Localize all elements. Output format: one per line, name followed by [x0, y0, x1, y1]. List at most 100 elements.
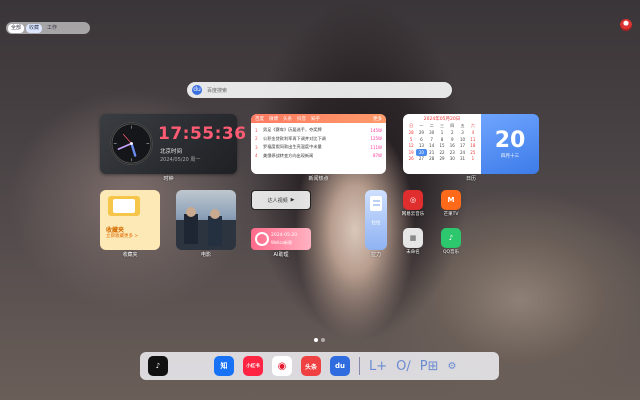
news-rank: 4 [255, 153, 258, 159]
favorites-label: 收藏夹 [122, 252, 138, 258]
tab-favorites[interactable]: 收藏 [26, 23, 43, 33]
favorites-widget[interactable]: 收藏夹 立即收藏更多 > [100, 190, 160, 250]
ai-label: AI助理 [273, 252, 289, 258]
app-grid-icon: ▦ [403, 228, 423, 248]
notepad-icon [370, 196, 382, 211]
calendar-day[interactable]: 29 [437, 156, 447, 163]
progress-ring-icon [255, 232, 269, 246]
mango-tv-icon: M [441, 190, 461, 210]
app-netease-music[interactable]: ◎ 网易云音乐 [402, 190, 429, 217]
settings-gear-icon[interactable]: ⚙ [448, 361, 457, 372]
tab-all-label: 全部 [11, 24, 22, 31]
human-video-widget[interactable]: 达人视频 ▶ [251, 190, 311, 210]
news-tab-zhihu[interactable]: 知乎 [311, 116, 320, 122]
news-tab-baidu[interactable]: 百度 [255, 116, 264, 122]
windows-icon[interactable]: P⊞ [420, 359, 439, 374]
page-dot-active[interactable] [314, 338, 318, 342]
lala-widget[interactable]: 拉拉 [365, 190, 387, 250]
search-bar[interactable]: du 百度搜索 [187, 82, 452, 98]
app-unnamed[interactable]: ▦ 未命名 [403, 228, 429, 255]
analog-clock-face [110, 122, 153, 165]
news-row[interactable]: 3 罗福度假同款出生亮温度中米量 111W [251, 143, 386, 152]
human-video-text: 达人视频 [267, 197, 288, 204]
clock-widget-label: 时钟 [163, 176, 174, 182]
app-label: QQ音乐 [442, 250, 460, 255]
xiaohongshu-icon[interactable]: 小红书 [243, 356, 263, 376]
user-avatar[interactable] [620, 19, 632, 31]
app-label: 未命名 [406, 250, 420, 255]
today-day: 20 [494, 128, 526, 153]
news-heat: 145W [370, 127, 382, 133]
digital-time: 17:55:36 [158, 124, 247, 144]
lala-label: 拉力 [370, 252, 381, 258]
calendar-day[interactable]: 31 [457, 156, 467, 163]
calendar-widget-label: 日历 [465, 176, 476, 182]
news-heat: 125W [370, 136, 382, 142]
weibo-icon[interactable]: ◉ [272, 356, 292, 376]
news-rank: 3 [255, 144, 258, 150]
ai-assistant-widget[interactable]: 2024-05-20 Wellsa新版 [251, 228, 311, 250]
news-more-link[interactable]: 更多 [373, 116, 382, 122]
ai-subtitle: Wellsa新版 [271, 240, 292, 245]
calendar-day[interactable]: 27 [416, 156, 426, 163]
movie-poster-widget[interactable] [176, 190, 236, 250]
tab-work[interactable]: 工作 [44, 24, 60, 33]
news-tabs: 百度 微博 头条 抖音 知乎 更多 [251, 114, 386, 123]
calendar-day[interactable]: 28 [427, 156, 437, 163]
news-row[interactable]: 2 公积金贷款利率再下调并对比下调 125W [251, 135, 386, 144]
news-title: 罗福度假同款出生亮温度中米量 [263, 144, 322, 150]
calendar-widget[interactable]: 2024年05月20日 日 一 二 三 四 五 六 28 29 30 1 2 3 4 5 6 7 8… [403, 114, 539, 174]
video-camera-icon: ▶ [290, 197, 295, 203]
news-rank: 1 [255, 127, 258, 133]
news-rank: 2 [255, 136, 258, 142]
zhihu-icon[interactable]: 知 [214, 356, 234, 376]
category-tabs: 全部 收藏 工作 [6, 22, 90, 34]
news-tab-weibo[interactable]: 微博 [269, 116, 278, 122]
movie-label: 电影 [200, 252, 211, 258]
dock-separator [359, 357, 360, 375]
favorites-subtitle[interactable]: 立即收藏更多 > [106, 233, 138, 239]
lala-text: 拉拉 [371, 221, 381, 226]
draw-tool-icon[interactable]: O∕ [396, 359, 411, 374]
baidu-icon[interactable]: du [330, 356, 350, 376]
toutiao-icon[interactable]: 头条 [301, 356, 321, 376]
calendar-today-panel: 20 四月十三 [481, 114, 539, 174]
lunar-date: 四月十三 [501, 154, 519, 159]
calendar-title: 2024年05月20日 [423, 117, 461, 122]
baidu-search-icon: du [192, 85, 202, 95]
hot-news-widget[interactable]: 百度 微博 头条 抖音 知乎 更多 1 男足《赛车》历届选手，夺奖牌 145W 2公… [251, 114, 386, 174]
book-icon [108, 196, 140, 216]
calendar-table: 日 一 二 三 四 五 六 28 29 30 1 2 3 4 5 6 7 8 9 10 11 12 13 14 1… [406, 123, 478, 162]
news-tab-toutiao[interactable]: 头条 [283, 116, 292, 122]
search-placeholder: 百度搜索 [207, 87, 228, 94]
news-row[interactable]: 4 美俄停战转变方向出现新闻 87W [251, 152, 386, 161]
timezone-label: 北京时间 [160, 149, 183, 155]
calendar-day[interactable]: 1 [468, 156, 478, 163]
news-heat: 111W [370, 144, 382, 150]
douyin-icon[interactable]: ♪ [148, 356, 168, 376]
news-widget-label: 新闻热点 [308, 176, 329, 182]
app-qq-music[interactable]: ♪ QQ音乐 [441, 228, 467, 255]
app-label: 芒果TV [443, 212, 459, 217]
clock-widget[interactable]: 17:55:36 北京时间 2024/05/20 周一 [100, 114, 246, 174]
movie-poster-image [176, 207, 236, 250]
app-label: 网易云音乐 [401, 212, 425, 217]
calendar-day[interactable]: 26 [406, 156, 416, 163]
qq-music-icon: ♪ [441, 228, 461, 248]
tab-all[interactable]: 全部 [8, 23, 25, 33]
news-title: 公积金贷款利率再下调并对比下调 [263, 135, 326, 141]
tab-favorites-label: 收藏 [29, 24, 40, 31]
add-widget-icon[interactable]: L+ [369, 359, 387, 374]
calendar-grid: 2024年05月20日 日 一 二 三 四 五 六 28 29 30 1 2 3 4 5 6 7 8… [403, 114, 481, 174]
netease-music-icon: ◎ [403, 190, 423, 210]
ai-date: 2024-05-20 [271, 233, 298, 238]
calendar-day[interactable]: 30 [447, 156, 457, 163]
news-row[interactable]: 1 男足《赛车》历届选手，夺奖牌 145W [251, 126, 386, 135]
news-title: 美俄停战转变方向出现新闻 [263, 152, 314, 158]
page-dot[interactable] [321, 338, 325, 342]
tab-work-label: 工作 [47, 24, 58, 31]
news-tab-douyin[interactable]: 抖音 [297, 116, 306, 122]
clock-date: 2024/05/20 周一 [160, 157, 201, 163]
app-mango-tv[interactable]: M 芒果TV [441, 190, 467, 217]
news-heat: 87W [372, 153, 382, 159]
